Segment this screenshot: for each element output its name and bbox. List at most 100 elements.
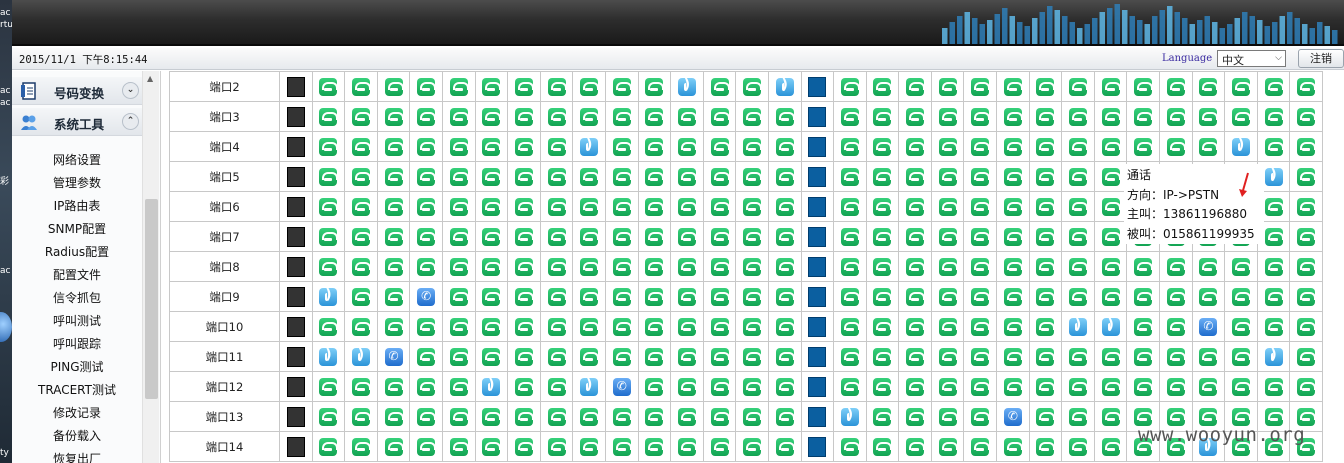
channel-cell[interactable]: [1159, 281, 1193, 312]
phone-idle-icon[interactable]: [351, 137, 371, 156]
channel-cell[interactable]: [833, 251, 867, 282]
channel-cell[interactable]: [637, 251, 672, 282]
channel-cell[interactable]: [1093, 101, 1128, 132]
channel-cell[interactable]: [409, 101, 443, 132]
phone-idle-icon[interactable]: [906, 77, 926, 96]
scroll-up-icon[interactable]: ▲: [147, 74, 153, 83]
phone-idle-icon[interactable]: [417, 317, 437, 336]
phone-idle-icon[interactable]: [417, 197, 437, 216]
phone-idle-icon[interactable]: [612, 137, 632, 156]
phone-idle-icon[interactable]: [1003, 437, 1023, 456]
channel-cell[interactable]: [474, 101, 509, 132]
phone-idle-icon[interactable]: [417, 407, 437, 426]
phone-idle-icon[interactable]: [840, 197, 860, 216]
phone-idle-icon[interactable]: [514, 167, 534, 186]
channel-cell[interactable]: [670, 371, 704, 402]
phone-idle-icon[interactable]: [873, 317, 893, 336]
channel-disabled-icon[interactable]: [808, 256, 827, 277]
channel-cell[interactable]: [898, 101, 932, 132]
channel-cell[interactable]: [1256, 71, 1291, 102]
phone-idle-icon[interactable]: [938, 167, 958, 186]
phone-idle-icon[interactable]: [971, 377, 991, 396]
channel-cell[interactable]: [572, 371, 606, 402]
channel-cell[interactable]: [441, 131, 476, 162]
channel-cell[interactable]: [637, 131, 672, 162]
phone-idle-icon[interactable]: [351, 317, 371, 336]
phone-idle-icon[interactable]: [1134, 287, 1154, 306]
channel-cell[interactable]: [539, 191, 574, 222]
phone-idle-icon[interactable]: [612, 167, 632, 186]
phone-idle-icon[interactable]: [906, 167, 926, 186]
channel-cell[interactable]: [604, 341, 639, 372]
phone-idle-icon[interactable]: [351, 227, 371, 246]
scrollbar-thumb[interactable]: [145, 199, 158, 399]
phone-idle-icon[interactable]: [1036, 77, 1056, 96]
phone-idle-icon[interactable]: [775, 377, 795, 396]
phone-idle-icon[interactable]: [580, 227, 600, 246]
phone-idle-icon[interactable]: [580, 77, 600, 96]
phone-idle-icon[interactable]: [1003, 287, 1023, 306]
phone-idle-icon[interactable]: [1264, 407, 1284, 426]
channel-cell[interactable]: [1191, 251, 1226, 282]
channel-cell[interactable]: [996, 131, 1030, 162]
phone-idle-icon[interactable]: [743, 347, 763, 366]
channel-cell[interactable]: [279, 131, 313, 162]
phone-idle-icon[interactable]: [449, 197, 469, 216]
channel-cell[interactable]: [833, 311, 867, 342]
phone-idle-icon[interactable]: [1036, 107, 1056, 126]
phone-idle-icon[interactable]: [1069, 227, 1089, 246]
phone-idle-icon[interactable]: [710, 377, 730, 396]
phone-idle-icon[interactable]: [1003, 227, 1023, 246]
channel-cell[interactable]: [409, 311, 443, 342]
phone-idle-icon[interactable]: [319, 227, 339, 246]
channel-cell[interactable]: [670, 161, 704, 192]
phone-idle-icon[interactable]: [384, 317, 404, 336]
channel-cell[interactable]: [474, 311, 509, 342]
phone-idle-icon[interactable]: [612, 437, 632, 456]
channel-cell[interactable]: [1061, 401, 1095, 432]
phone-idle-icon[interactable]: [1297, 257, 1317, 276]
phone-idle-icon[interactable]: [1069, 347, 1089, 366]
phone-idle-icon[interactable]: [1264, 77, 1284, 96]
phone-idle-icon[interactable]: [547, 377, 567, 396]
phone-idle-icon[interactable]: [1036, 347, 1056, 366]
channel-cell[interactable]: [1126, 341, 1161, 372]
channel-cell[interactable]: [474, 371, 509, 402]
phone-idle-icon[interactable]: [873, 227, 893, 246]
phone-idle-icon[interactable]: [351, 257, 371, 276]
phone-idle-icon[interactable]: [547, 287, 567, 306]
phone-idle-icon[interactable]: [938, 287, 958, 306]
phone-ringing-icon[interactable]: [612, 377, 631, 396]
phone-idle-icon[interactable]: [1036, 167, 1056, 186]
channel-cell[interactable]: [409, 251, 443, 282]
phone-idle-icon[interactable]: [971, 257, 991, 276]
phone-idle-icon[interactable]: [580, 197, 600, 216]
channel-cell[interactable]: [279, 311, 313, 342]
channel-cell[interactable]: [800, 341, 835, 372]
channel-cell[interactable]: [865, 191, 900, 222]
channel-cell[interactable]: [311, 101, 346, 132]
channel-cell[interactable]: [930, 371, 965, 402]
channel-disabled-icon[interactable]: [808, 226, 827, 247]
channel-cell[interactable]: [963, 281, 998, 312]
phone-idle-icon[interactable]: [580, 437, 600, 456]
channel-cell[interactable]: [1028, 371, 1063, 402]
chevron-double-up-icon[interactable]: ⌃: [122, 113, 139, 130]
channel-cell[interactable]: [441, 101, 476, 132]
channel-cell[interactable]: [507, 281, 541, 312]
channel-cell[interactable]: [930, 311, 965, 342]
channel-cell[interactable]: [604, 251, 639, 282]
phone-idle-icon[interactable]: [971, 347, 991, 366]
channel-blocked-icon[interactable]: [286, 256, 305, 277]
phone-idle-icon[interactable]: [743, 407, 763, 426]
phone-idle-icon[interactable]: [482, 107, 502, 126]
phone-idle-icon[interactable]: [319, 407, 339, 426]
channel-cell[interactable]: [507, 71, 541, 102]
channel-cell[interactable]: [441, 281, 476, 312]
channel-cell[interactable]: [572, 101, 606, 132]
channel-cell[interactable]: [735, 281, 769, 312]
phone-idle-icon[interactable]: [612, 227, 632, 246]
phone-idle-icon[interactable]: [710, 227, 730, 246]
phone-idle-icon[interactable]: [1069, 137, 1089, 156]
channel-cell[interactable]: [1028, 161, 1063, 192]
